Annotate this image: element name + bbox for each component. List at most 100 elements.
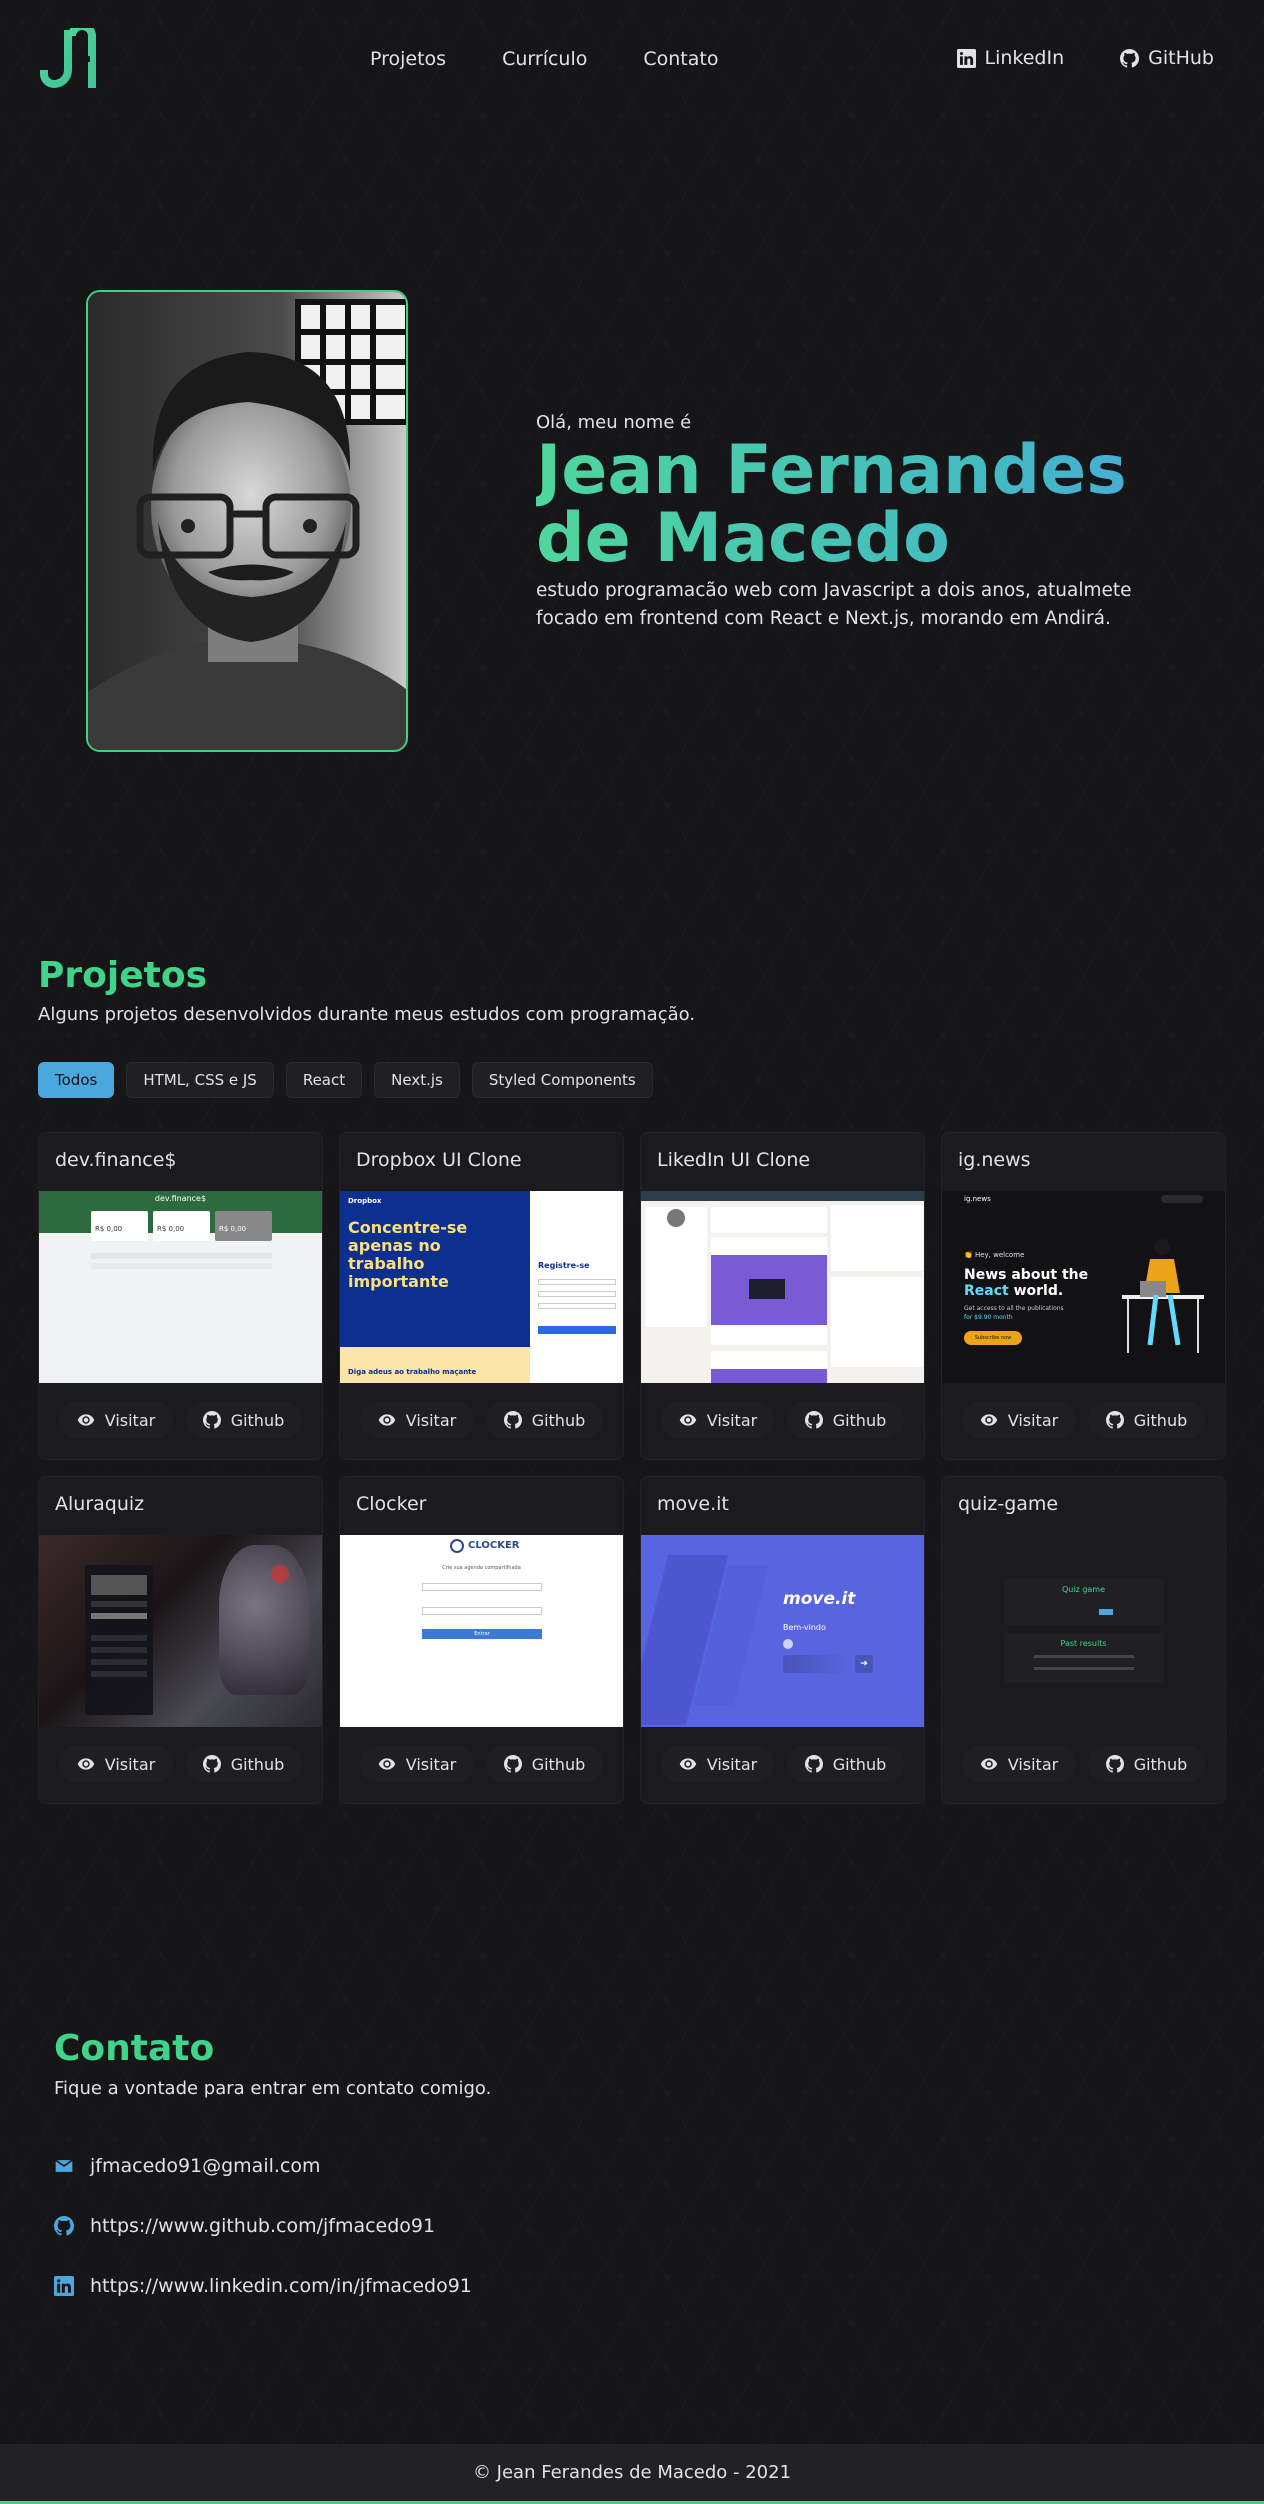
contact-list: jfmacedo91@gmail.com https://www.github.… <box>54 2136 472 2316</box>
project-thumbnail: ig.news 👏 Hey, welcome News about the Re… <box>942 1191 1225 1383</box>
github-icon <box>203 1411 221 1429</box>
project-title: Aluraquiz <box>55 1493 145 1515</box>
contact-email-label: jfmacedo91@gmail.com <box>90 2155 321 2177</box>
thumb-quiz-title: Quiz game <box>1061 1585 1106 1594</box>
project-thumbnail <box>39 1535 322 1727</box>
visit-button[interactable]: Visitar <box>660 1401 776 1439</box>
thumb-welcome: Bem-vindo <box>783 1623 826 1632</box>
visit-button[interactable]: Visitar <box>58 1401 174 1439</box>
project-card-ignews: ig.news ig.news 👏 Hey, welcome News abou… <box>941 1132 1226 1460</box>
nav-projetos[interactable]: Projetos <box>370 48 446 70</box>
github-label: Github <box>531 1410 586 1430</box>
github-button[interactable]: Github <box>1087 1745 1206 1783</box>
github-icon <box>504 1755 522 1773</box>
github-label: Github <box>230 1410 285 1430</box>
linkedin-label: LinkedIn <box>984 47 1065 69</box>
filter-html-css-js[interactable]: HTML, CSS e JS <box>126 1062 274 1098</box>
contact-subtitle: Fique a vontade para entrar em contato c… <box>54 2078 492 2099</box>
github-icon <box>805 1755 823 1773</box>
jm-logo[interactable] <box>38 22 106 90</box>
github-label: Github <box>1133 1410 1188 1430</box>
thumb-sub-2: for $9.90 month <box>964 1314 1013 1321</box>
github-button[interactable]: Github <box>1087 1401 1206 1439</box>
contact-email[interactable]: jfmacedo91@gmail.com <box>54 2136 472 2196</box>
project-title: Dropbox UI Clone <box>356 1149 522 1171</box>
thumb-card-out: R$ 0,00 <box>153 1211 210 1241</box>
eye-icon <box>980 1755 998 1773</box>
project-title: LikedIn UI Clone <box>657 1149 811 1171</box>
github-button[interactable]: Github <box>485 1401 604 1439</box>
filter-nextjs[interactable]: Next.js <box>374 1062 460 1098</box>
visit-label: Visitar <box>1007 1410 1059 1430</box>
thumb-headline-react: React <box>964 1283 1009 1299</box>
nav-curriculo[interactable]: Currículo <box>502 48 587 70</box>
nav-contato[interactable]: Contato <box>643 48 718 70</box>
visit-label: Visitar <box>104 1410 156 1430</box>
github-button[interactable]: Github <box>485 1745 604 1783</box>
project-thumbnail: Dropbox Concentre-se apenas no trabalho … <box>340 1191 623 1383</box>
thumb-sub: Crie sua agenda compartilhada <box>442 1565 521 1571</box>
eye-icon <box>378 1411 396 1429</box>
project-card-aluraquiz: Aluraquiz Visitar Github <box>38 1476 323 1804</box>
thumb-btn: Subscribe now <box>964 1331 1022 1345</box>
thumb-headline: Concentre-se apenas no trabalho importan… <box>348 1218 468 1291</box>
thumb-quiz-past: Past results <box>1060 1639 1107 1648</box>
project-title: move.it <box>657 1493 729 1515</box>
projects-subtitle: Alguns projetos desenvolvidos durante me… <box>38 1004 696 1025</box>
project-card-moveit: move.it move.it Bem-vindo ➔ Visitar Gith… <box>640 1476 925 1804</box>
projects-grid: dev.finance$ dev.finance$ R$ 0,00 R$ 0,0… <box>38 1132 1226 1804</box>
contact-linkedin-label: https://www.linkedin.com/in/jfmacedo91 <box>90 2275 472 2297</box>
project-card-clocker: Clocker CLOCKER Crie sua agenda comparti… <box>339 1476 624 1804</box>
visit-label: Visitar <box>706 1754 758 1774</box>
profile-photo <box>86 290 408 752</box>
linkedin-link[interactable]: LinkedIn <box>957 47 1065 69</box>
thumb-brand: move.it <box>783 1589 856 1609</box>
visit-label: Visitar <box>104 1754 156 1774</box>
card-actions: Visitar Github <box>39 1725 322 1803</box>
logo-icon <box>40 22 96 88</box>
filter-react[interactable]: React <box>285 1062 363 1098</box>
github-label: Github <box>230 1754 285 1774</box>
visit-label: Visitar <box>405 1410 457 1430</box>
visit-button[interactable]: Visitar <box>359 1401 475 1439</box>
card-actions: Visitar Github <box>340 1381 623 1459</box>
project-card-linkedin: LikedIn UI Clone Visitar Github <box>640 1132 925 1460</box>
thumb-hey: 👏 Hey, welcome <box>964 1251 1025 1259</box>
visit-button[interactable]: Visitar <box>961 1401 1077 1439</box>
github-button[interactable]: Github <box>184 1401 303 1439</box>
project-title: Clocker <box>356 1493 427 1515</box>
github-icon <box>1120 49 1139 68</box>
project-title: ig.news <box>958 1149 1031 1171</box>
contact-linkedin[interactable]: https://www.linkedin.com/in/jfmacedo91 <box>54 2256 472 2316</box>
linkedin-icon <box>54 2276 74 2296</box>
github-link[interactable]: GitHub <box>1120 47 1214 69</box>
visit-button[interactable]: Visitar <box>961 1745 1077 1783</box>
github-button[interactable]: Github <box>786 1401 905 1439</box>
visit-button[interactable]: Visitar <box>660 1745 776 1783</box>
site-header: Projetos Currículo Contato LinkedIn GitH… <box>0 0 1264 120</box>
thumb-card-in: R$ 0,00 <box>91 1211 148 1241</box>
github-label: Github <box>531 1754 586 1774</box>
github-button[interactable]: Github <box>184 1745 303 1783</box>
github-button[interactable]: Github <box>786 1745 905 1783</box>
thumb-card-total: R$ 0,00 <box>215 1211 272 1241</box>
card-actions: Visitar Github <box>641 1381 924 1459</box>
github-icon <box>1106 1411 1124 1429</box>
filter-styled-components[interactable]: Styled Components <box>471 1062 653 1098</box>
hero-intro: Olá, meu nome é Jean Fernandes de Macedo… <box>536 412 1196 633</box>
filter-todos[interactable]: Todos <box>38 1062 115 1098</box>
project-thumbnail: CLOCKER Crie sua agenda compartilhada En… <box>340 1535 623 1727</box>
thumb-footer: Diga adeus ao trabalho maçante <box>348 1368 477 1376</box>
project-card-devfinance: dev.finance$ dev.finance$ R$ 0,00 R$ 0,0… <box>38 1132 323 1460</box>
mail-icon <box>55 2159 73 2172</box>
contact-github[interactable]: https://www.github.com/jfmacedo91 <box>54 2196 472 2256</box>
thumb-btn: Entrar <box>422 1629 542 1639</box>
eye-icon <box>679 1755 697 1773</box>
eye-icon <box>378 1755 396 1773</box>
project-card-dropbox: Dropbox UI Clone Dropbox Concentre-se ap… <box>339 1132 624 1460</box>
thumb-form-title: Registre-se <box>538 1261 590 1270</box>
visit-button[interactable]: Visitar <box>359 1745 475 1783</box>
github-icon <box>203 1755 221 1773</box>
card-actions: Visitar Github <box>39 1381 322 1459</box>
visit-button[interactable]: Visitar <box>58 1745 174 1783</box>
